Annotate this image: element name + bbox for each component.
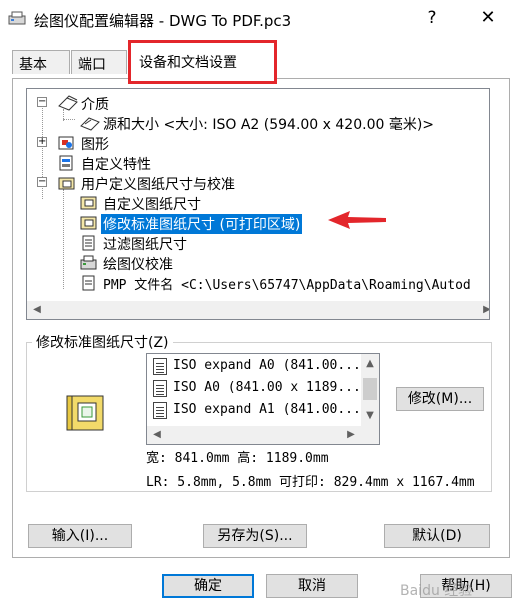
close-icon[interactable]: ✕: [476, 6, 500, 30]
paper-size-icon: [80, 196, 97, 210]
graphics-icon: [58, 136, 74, 150]
import-button[interactable]: 输入(I)...: [28, 524, 132, 548]
tree-item-source-size[interactable]: 源和大小 <大小: ISO A2 (594.00 x 420.00 毫米)>: [35, 113, 475, 133]
scroll-up-icon[interactable]: ▲: [362, 356, 378, 372]
paper-size-icon: [80, 216, 97, 230]
window-title: 绘图仪配置编辑器 - DWG To PDF.pc3: [34, 12, 292, 30]
tree-item-label: 修改标准图纸尺寸 (可打印区域): [101, 214, 303, 234]
tab-device-document-settings[interactable]: 设备和文档设置: [128, 42, 276, 82]
paper-calibration-icon: [58, 177, 75, 190]
list-item[interactable]: ISO A0 (841.00 x 1189...: [153, 378, 361, 400]
tree-item-label: 过滤图纸尺寸: [103, 237, 187, 253]
settings-tree[interactable]: − 介质 源和大小 <大小: ISO A2 (594.00 x 420.00 毫…: [26, 88, 490, 320]
document-icon: [153, 358, 167, 375]
tree-item-label: 自定义特性: [81, 157, 151, 173]
paper-dimensions-text: 宽: 841.0mm 高: 1189.0mm: [146, 451, 329, 466]
tree-item-label: 图形: [81, 137, 109, 153]
tree-item-label: 源和大小 <大小: ISO A2 (594.00 x 420.00 毫米)>: [103, 117, 435, 133]
tree-item-label: 介质: [81, 97, 109, 113]
paper-source-icon: [80, 117, 100, 131]
cancel-button[interactable]: 取消: [266, 574, 358, 598]
tree-item-modify-standard-paper-sizes[interactable]: 修改标准图纸尺寸 (可打印区域): [35, 213, 475, 234]
list-vertical-scrollbar[interactable]: ▲ ▼: [361, 354, 379, 426]
save-as-button[interactable]: 另存为(S)...: [203, 524, 307, 548]
media-icon: [58, 95, 78, 111]
tree-item-custom-paper-sizes[interactable]: 自定义图纸尺寸: [35, 193, 475, 213]
calibration-icon: [80, 255, 97, 270]
help-button[interactable]: 帮助(H): [420, 574, 512, 598]
tree-horizontal-scrollbar[interactable]: ◀ ▶: [27, 301, 489, 319]
list-item-label: ISO A0 (841.00 x 1189...: [173, 380, 361, 395]
document-icon: [153, 380, 167, 397]
tree-item-label: 绘图仪校准: [103, 257, 173, 273]
scroll-left-icon[interactable]: ◀: [149, 427, 165, 443]
expand-icon[interactable]: +: [37, 137, 47, 147]
tree-item-graphics[interactable]: + 图形: [35, 133, 475, 153]
help-icon[interactable]: ?: [420, 6, 444, 30]
scrollbar-thumb[interactable]: [363, 378, 377, 400]
tree-item-filter-paper-sizes[interactable]: 过滤图纸尺寸: [35, 233, 475, 253]
tree-item-media[interactable]: − 介质: [35, 93, 475, 113]
modify-button[interactable]: 修改(M)...: [396, 387, 484, 411]
plotter-app-icon: [8, 11, 26, 25]
printable-area-text: LR: 5.8mm, 5.8mm 可打印: 829.4mm x 1167.4mm: [146, 475, 475, 490]
list-item-label: ISO expand A1 (841.00...: [173, 402, 361, 417]
list-horizontal-scrollbar[interactable]: ◀ ▶: [147, 426, 379, 444]
list-item[interactable]: ISO expand A0 (841.00...: [153, 356, 361, 378]
tab-ports[interactable]: 端口: [71, 50, 127, 74]
scroll-right-icon[interactable]: ▶: [479, 302, 489, 318]
filter-list-icon: [82, 235, 95, 251]
tree-item-pmp-file[interactable]: PMP 文件名 <C:\Users\65747\AppData\Roaming\…: [35, 273, 489, 293]
list-item-label: ISO expand A0 (841.00...: [173, 358, 361, 373]
scroll-left-icon[interactable]: ◀: [29, 302, 45, 318]
default-button[interactable]: 默认(D): [384, 524, 490, 548]
tree-item-label: 用户定义图纸尺寸与校准: [81, 177, 235, 193]
tree-item-label: 自定义图纸尺寸: [103, 197, 201, 213]
tab-basic[interactable]: 基本: [12, 50, 70, 74]
custom-properties-icon: [59, 155, 73, 171]
list-item[interactable]: ISO expand A1 (841.00...: [153, 400, 361, 422]
scroll-down-icon[interactable]: ▼: [362, 408, 378, 424]
tree-item-label: PMP 文件名 <C:\Users\65747\AppData\Roaming\…: [103, 278, 471, 293]
tree-item-plotter-calibration[interactable]: 绘图仪校准: [35, 253, 475, 273]
collapse-icon[interactable]: −: [37, 97, 47, 107]
group-label: 修改标准图纸尺寸(Z): [32, 332, 173, 352]
collapse-icon[interactable]: −: [37, 177, 47, 187]
ok-button[interactable]: 确定: [162, 574, 254, 598]
paper-size-preview-icon: [66, 395, 104, 431]
paper-size-list[interactable]: ISO expand A0 (841.00... ISO A0 (841.00 …: [146, 353, 380, 445]
tree-item-user-paper-calibration[interactable]: − 用户定义图纸尺寸与校准: [35, 173, 475, 193]
scroll-right-icon[interactable]: ▶: [343, 427, 359, 443]
tree-item-custom-properties[interactable]: 自定义特性: [35, 153, 475, 173]
pmp-file-icon: [82, 275, 95, 291]
document-icon: [153, 402, 167, 419]
